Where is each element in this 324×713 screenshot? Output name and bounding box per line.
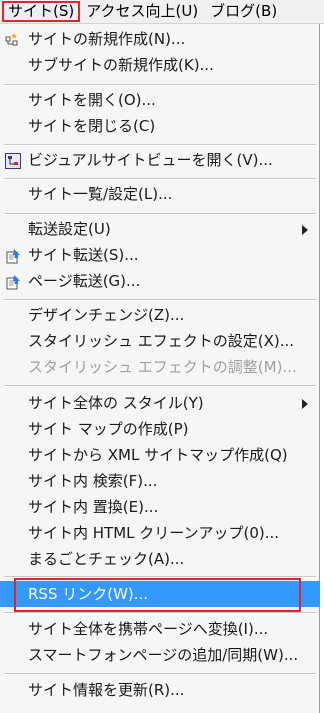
menu-separator [4,612,316,614]
menu-site[interactable]: サイト(S) [2,1,81,22]
menu-item-convert-to-mobile[interactable]: サイト全体を携帯ページへ変換(I)... [0,616,320,642]
menu-item-html-cleanup[interactable]: サイト内 HTML クリーンアップ(0)... [0,520,320,546]
menu-item-new-site[interactable]: サイトの新規作成(N)... [0,26,320,52]
menu-item-label: デザインチェンジ(Z)... [28,306,185,324]
menu-item-stylish-effect-settings[interactable]: スタイリッシュ エフェクトの設定(X)... [0,328,320,354]
menu-item-label: サイト情報を更新(R)... [28,681,185,699]
menu-separator [4,84,316,86]
menu-item-smartphone-page-sync[interactable]: スマートフォンページの追加/同期(W)... [0,642,320,668]
menu-separator [4,576,316,578]
menu-item-label: サイト内 検索(F)... [28,472,158,490]
menu-item-stylish-effect-adjust: スタイリッシュ エフェクトの調整(M)... [0,354,320,380]
visual-site-view-icon [5,153,21,169]
menu-item-site-wide-style[interactable]: サイト全体の スタイル(Y) [0,390,320,416]
menu-item-rss-link[interactable]: RSS リンク(W)... [0,581,320,607]
new-site-icon [5,32,21,48]
menu-item-label: まるごとチェック(A)... [28,550,185,568]
menu-item-full-check[interactable]: まるごとチェック(A)... [0,546,320,572]
menu-item-label: サイト全体の スタイル(Y) [28,394,204,412]
menu-item-page-transfer[interactable]: ページ転送(G)... [0,268,320,294]
menu-item-create-xml-sitemap[interactable]: サイトから XML サイトマップ作成(Q) [0,442,320,468]
menu-separator [4,213,316,215]
menu-blog[interactable]: ブログ(B) [204,1,283,22]
menu-item-site-list-settings[interactable]: サイト一覧/設定(L)... [0,181,320,207]
site-transfer-icon [5,248,21,264]
menu-item-transfer-settings[interactable]: 転送設定(U) [0,216,320,242]
menu-separator [4,144,316,146]
menu-item-label: スマートフォンページの追加/同期(W)... [28,646,299,664]
menu-item-label: サイトの新規作成(N)... [28,30,186,48]
menu-item-design-change[interactable]: デザインチェンジ(Z)... [0,302,320,328]
menu-item-update-site-info[interactable]: サイト情報を更新(R)... [0,677,320,703]
menu-item-open-site[interactable]: サイトを開く(O)... [0,87,320,113]
menu-separator [4,178,316,180]
menu-item-label: 転送設定(U) [28,220,111,238]
menu-bar: サイト(S) アクセス向上(U) ブログ(B) [0,0,324,24]
menu-access-improvement[interactable]: アクセス向上(U) [80,1,204,22]
menu-item-label: サイト一覧/設定(L)... [28,185,173,203]
menu-item-label: RSS リンク(W)... [28,585,149,603]
page-transfer-icon [5,274,21,290]
menu-item-label: ビジュアルサイトビューを開く(V)... [28,151,273,169]
site-dropdown-menu: サイトの新規作成(N)... サブサイトの新規作成(K)... サイトを開く(O… [0,24,320,713]
submenu-arrow-icon [302,225,308,235]
menu-item-new-subsite[interactable]: サブサイトの新規作成(K)... [0,52,320,78]
submenu-arrow-icon [302,399,308,409]
menu-item-label: サイト内 HTML クリーンアップ(0)... [28,524,280,542]
menu-item-label: サブサイトの新規作成(K)... [28,56,214,74]
menu-item-create-site-map[interactable]: サイト マップの作成(P) [0,416,320,442]
menu-item-label: スタイリッシュ エフェクトの設定(X)... [28,332,295,350]
menu-item-open-visual-site-view[interactable]: ビジュアルサイトビューを開く(V)... [0,147,320,173]
menu-item-label: サイトを閉じる(C) [28,117,156,135]
menu-item-label: サイト全体を携帯ページへ変換(I)... [28,620,269,638]
menu-item-site-transfer[interactable]: サイト転送(S)... [0,242,320,268]
menu-separator [4,673,316,675]
menu-separator [4,385,316,387]
menu-separator [4,299,316,301]
menu-item-label: サイトを開く(O)... [28,91,156,109]
menu-item-label: ページ転送(G)... [28,272,141,290]
menu-item-label: サイト マップの作成(P) [28,420,189,438]
menu-item-site-replace[interactable]: サイト内 置換(E)... [0,494,320,520]
menu-item-site-search[interactable]: サイト内 検索(F)... [0,468,320,494]
menu-item-close-site[interactable]: サイトを閉じる(C) [0,113,320,139]
menu-item-label: サイトから XML サイトマップ作成(Q) [28,446,288,464]
menu-item-label: サイト転送(S)... [28,246,139,264]
menu-item-label: サイト内 置換(E)... [28,498,159,516]
menu-item-label: スタイリッシュ エフェクトの調整(M)... [28,358,297,376]
